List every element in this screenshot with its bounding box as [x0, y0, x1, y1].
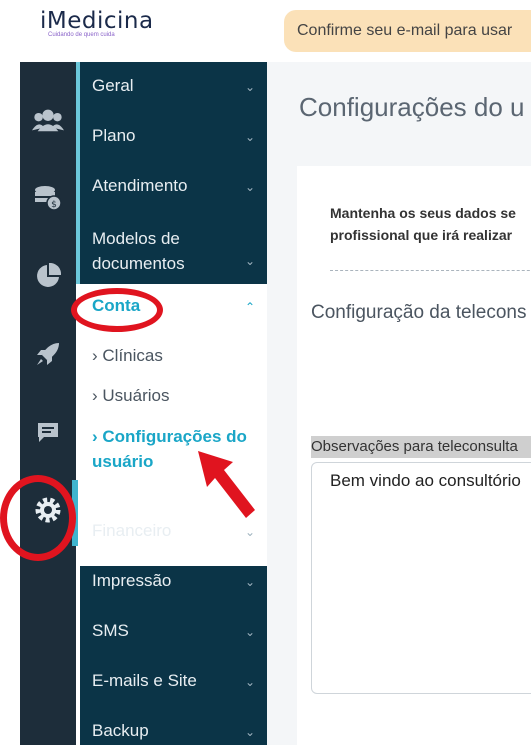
annotation-arrow-icon	[198, 451, 255, 518]
chevron-down-icon[interactable]: ⌄	[245, 130, 255, 144]
settings-card: Mantenha os seus dados se profissional qu…	[297, 166, 531, 756]
page-title: Configurações do u	[299, 92, 525, 122]
caret-icon: ›	[92, 346, 103, 365]
settings-submenu: Geral ⌄ Plano ⌄ Atendimento ⌄ Modelos de…	[80, 62, 267, 745]
notice-text: Mantenha os seus dados se profissional qu…	[330, 202, 531, 246]
svg-text:$: $	[51, 200, 57, 210]
obs-label: Observações para teleconsulta	[311, 436, 531, 458]
menu-label: documentos	[92, 254, 185, 273]
chevron-down-icon[interactable]: ⌄	[245, 675, 255, 689]
submenu-link-label: Clínicas	[102, 346, 163, 365]
submenu-link-clinicas[interactable]: › Clínicas	[92, 346, 163, 366]
obs-textarea[interactable]: Bem vindo ao consultório	[311, 462, 531, 694]
coins-icon[interactable]: $	[32, 182, 64, 214]
email-confirm-banner[interactable]: Confirme seu e-mail para usar	[284, 10, 531, 52]
notice-line: profissional que irá realizar	[330, 227, 513, 243]
menu-item-backup[interactable]: Backup	[92, 721, 149, 741]
menu-label: SMS	[92, 621, 129, 640]
menu-item-modelos[interactable]: Modelos de documentos	[92, 226, 185, 276]
chevron-down-icon[interactable]: ⌄	[245, 625, 255, 639]
menu-label: Plano	[92, 126, 136, 145]
menu-label: Modelos de	[92, 229, 180, 248]
chevron-down-icon[interactable]: ⌄	[245, 254, 255, 268]
annotation-circle-gear	[0, 475, 76, 561]
notice-line: Mantenha os seus dados se	[330, 205, 516, 221]
menu-item-geral[interactable]: Geral	[92, 76, 134, 96]
submenu-link-label: usuário	[92, 452, 154, 471]
section-title: Configuração da telecons	[311, 302, 527, 323]
pie-chart-icon[interactable]	[32, 260, 64, 292]
chat-icon[interactable]	[32, 416, 64, 448]
chevron-down-icon[interactable]: ⌄	[245, 80, 255, 94]
menu-item-impressao[interactable]: Impressão	[92, 571, 171, 591]
menu-label: Atendimento	[92, 176, 188, 195]
logo-text: iMedicina	[40, 8, 154, 34]
top-bar: iMedicina Cuidando de quem cuida Confirm…	[0, 0, 531, 62]
divider	[330, 270, 531, 271]
chevron-down-icon[interactable]: ⌄	[245, 575, 255, 589]
caret-icon: ›	[92, 427, 103, 446]
menu-item-emails[interactable]: E-mails e Site	[92, 671, 197, 691]
caret-icon: ›	[92, 386, 103, 405]
rocket-icon[interactable]	[32, 338, 64, 370]
menu-label: Impressão	[92, 571, 172, 590]
submenu-link-usuarios[interactable]: › Usuários	[92, 386, 169, 406]
icon-rail: $	[20, 62, 76, 745]
menu-label: E-mails e Site	[92, 671, 197, 690]
users-icon[interactable]	[32, 104, 64, 136]
annotation-circle-conta	[71, 288, 163, 332]
submenu-link-label: Configurações do	[102, 427, 247, 446]
menu-label: Geral	[92, 76, 134, 95]
submenu-link-label: Usuários	[102, 386, 170, 405]
chevron-up-icon[interactable]: ⌃	[245, 300, 255, 314]
menu-item-atendimento[interactable]: Atendimento	[92, 176, 187, 196]
chevron-down-icon[interactable]: ⌄	[245, 725, 255, 739]
menu-item-sms[interactable]: SMS	[92, 621, 129, 641]
menu-item-plano[interactable]: Plano	[92, 126, 135, 146]
chevron-down-icon[interactable]: ⌄	[245, 525, 255, 539]
main-content: Configurações do u Mantenha os seus dado…	[267, 62, 531, 756]
app-logo[interactable]: iMedicina Cuidando de quem cuida	[40, 8, 154, 38]
chevron-down-icon[interactable]: ⌄	[245, 180, 255, 194]
menu-label: Backup	[92, 721, 149, 740]
menu-item-financeiro[interactable]: Financeiro	[92, 521, 171, 541]
menu-label: Financeiro	[92, 521, 172, 540]
